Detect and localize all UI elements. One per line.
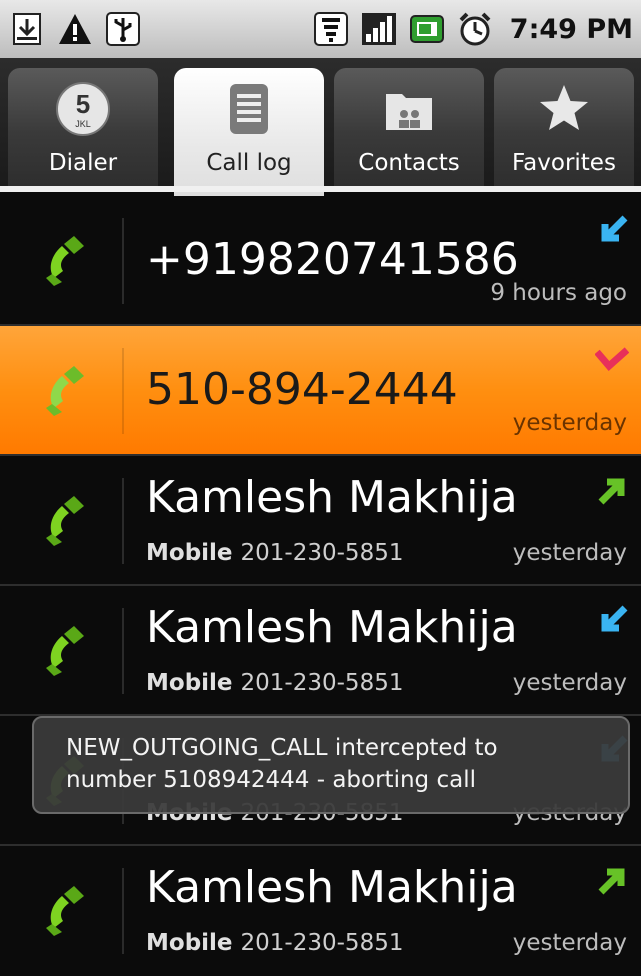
outgoing-call-arrow-icon: [598, 868, 625, 895]
tab-dialer[interactable]: 5 JKL Dialer: [8, 68, 158, 186]
star-icon: [540, 85, 588, 130]
call-number: Mobile 201-230-5851: [146, 930, 403, 956]
status-bar: 7:49 PM: [0, 0, 641, 58]
call-number: Mobile 201-230-5851: [146, 670, 403, 696]
phone-call-icon[interactable]: [44, 364, 96, 416]
phone-call-icon[interactable]: [44, 494, 96, 546]
call-time: yesterday: [512, 670, 627, 696]
contacts-folder-icon: [386, 94, 432, 130]
call-name: Kamlesh Makhija: [146, 862, 518, 913]
phone-call-icon[interactable]: [44, 884, 96, 936]
usb-icon: [106, 12, 140, 46]
call-number-type: Mobile: [146, 540, 233, 566]
tab-favorites-label: Favorites: [512, 150, 616, 176]
tab-dialer-label: Dialer: [48, 150, 118, 176]
call-number-value: 201-230-5851: [240, 670, 404, 696]
call-number-type: Mobile: [146, 670, 233, 696]
call-time: yesterday: [512, 930, 627, 956]
toast-message: NEW_OUTGOING_CALL intercepted to number …: [32, 716, 630, 814]
incoming-call-arrow-icon: [601, 215, 628, 242]
tab-underline: [0, 186, 641, 192]
call-name: 510-894-2444: [146, 364, 458, 415]
call-number-type: Mobile: [146, 930, 233, 956]
row-divider: [122, 608, 124, 694]
download-icon: [13, 13, 41, 45]
call-number: Mobile 201-230-5851: [146, 540, 403, 566]
call-log-row[interactable]: Kamlesh Makhija Mobile 201-230-5851 yeste…: [0, 846, 641, 976]
call-name: +919820741586: [146, 234, 519, 285]
missed-call-arrow-icon: [595, 347, 629, 371]
dialpad-5-icon: 5 JKL: [56, 82, 110, 136]
call-log-row[interactable]: Kamlesh Makhija Mobile 201-230-5851 yeste…: [0, 456, 641, 586]
tab-favorites[interactable]: Favorites: [494, 68, 634, 186]
battery-icon: [409, 15, 444, 43]
status-right-icons: 7:49 PM: [312, 10, 633, 48]
status-time: 7:49 PM: [509, 13, 633, 45]
signal-icon: [361, 13, 396, 45]
incoming-call-arrow-icon: [601, 605, 628, 632]
outgoing-call-arrow-icon: [598, 478, 625, 505]
alarm-icon: [459, 12, 491, 46]
row-divider: [122, 478, 124, 564]
call-time: yesterday: [512, 540, 627, 566]
tab-contacts-label: Contacts: [358, 150, 460, 176]
warning-icon: [59, 14, 91, 44]
tab-bar: 5 JKL Dialer Call log Contacts Favorites: [0, 58, 641, 196]
call-log-row[interactable]: +919820741586 9 hours ago: [0, 196, 641, 326]
tab-contacts[interactable]: Contacts: [334, 68, 484, 186]
call-time: 9 hours ago: [490, 280, 627, 306]
status-left-icons: [8, 10, 142, 48]
call-log-row[interactable]: Kamlesh Makhija Mobile 201-230-5851 yeste…: [0, 586, 641, 716]
call-name: Kamlesh Makhija: [146, 602, 518, 653]
call-name: Kamlesh Makhija: [146, 472, 518, 523]
phone-call-icon[interactable]: [44, 234, 96, 286]
svg-text:5: 5: [76, 89, 90, 119]
row-divider: [122, 348, 124, 434]
svg-text:JKL: JKL: [75, 119, 91, 129]
row-divider: [122, 218, 124, 304]
tab-call-log-label: Call log: [206, 150, 292, 176]
row-divider: [122, 868, 124, 954]
call-time: yesterday: [512, 410, 627, 436]
tab-call-log[interactable]: Call log: [174, 68, 324, 196]
call-number-value: 201-230-5851: [240, 540, 404, 566]
phone-call-icon[interactable]: [44, 624, 96, 676]
call-number-value: 201-230-5851: [240, 930, 404, 956]
wifi-icon: [313, 12, 348, 46]
call-log-row-selected[interactable]: 510-894-2444 yesterday: [0, 326, 641, 456]
call-log-list: +919820741586 9 hours ago 510-894-2444 y…: [0, 196, 641, 976]
list-icon: [230, 84, 268, 134]
